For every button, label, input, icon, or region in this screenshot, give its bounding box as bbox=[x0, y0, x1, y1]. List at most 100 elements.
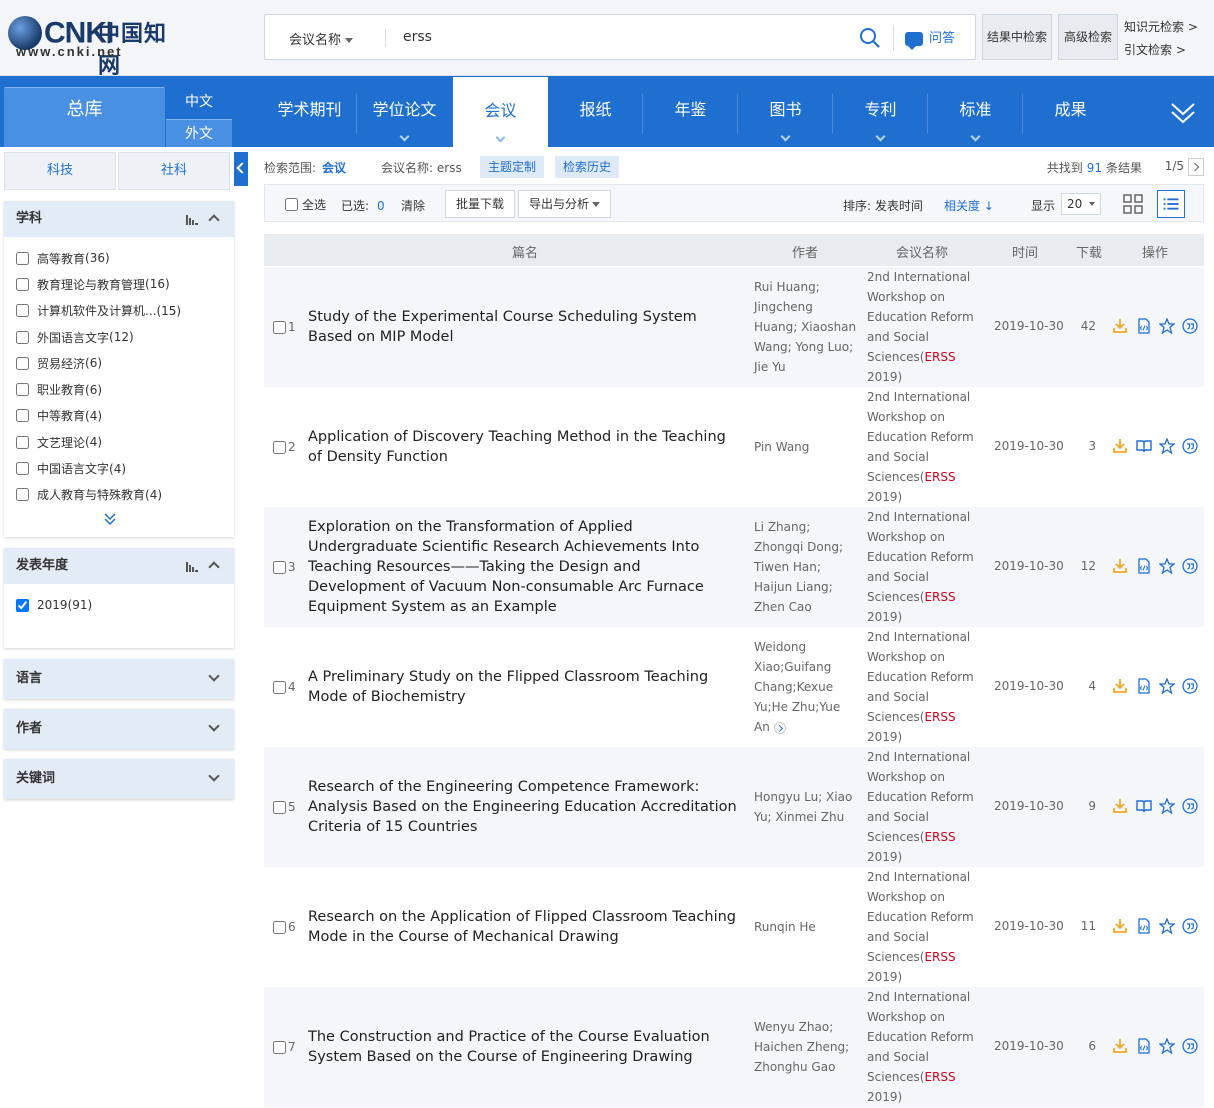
tab-zongku[interactable]: 总库 bbox=[4, 87, 165, 147]
facet-checkbox[interactable] bbox=[16, 304, 29, 318]
chevron-down-icon[interactable] bbox=[208, 670, 220, 682]
html-read-icon[interactable] bbox=[1136, 1038, 1152, 1054]
html-read-icon[interactable] bbox=[1136, 318, 1152, 334]
facet-header[interactable]: 语言 bbox=[4, 659, 234, 699]
row-checkbox[interactable] bbox=[273, 561, 286, 574]
chevron-down-icon[interactable] bbox=[208, 770, 220, 782]
page-size-select[interactable]: 20 bbox=[1061, 193, 1101, 215]
cite-quote-icon[interactable] bbox=[1182, 558, 1198, 574]
facet-item[interactable]: 高等教育 (36) bbox=[16, 245, 234, 271]
chevron-down-icon[interactable] bbox=[495, 132, 506, 143]
row-checkbox[interactable] bbox=[273, 321, 286, 334]
advanced-search-button[interactable]: 高级检索 bbox=[1058, 14, 1118, 60]
cite-quote-icon[interactable] bbox=[1182, 318, 1198, 334]
nav-tab[interactable]: 年鉴 bbox=[643, 76, 738, 147]
chevron-down-icon[interactable] bbox=[208, 720, 220, 732]
facet-checkbox[interactable] bbox=[16, 277, 29, 291]
tab-social[interactable]: 社科 bbox=[118, 152, 230, 190]
select-all-checkbox[interactable] bbox=[285, 198, 298, 211]
favorite-star-icon[interactable] bbox=[1159, 798, 1175, 814]
conference-name-link[interactable]: 2nd International Workshop on Education … bbox=[867, 507, 981, 627]
chevron-down-icon[interactable] bbox=[399, 131, 410, 142]
facet-checkbox[interactable] bbox=[16, 462, 29, 476]
search-field-select[interactable]: 会议名称 bbox=[289, 29, 354, 48]
sort-by-relevance[interactable]: 相关度 ↓ bbox=[944, 197, 994, 214]
conference-name-link[interactable]: 2nd International Workshop on Education … bbox=[867, 747, 981, 867]
facet-header[interactable]: 发表年度 bbox=[4, 548, 234, 584]
sort-by-date[interactable]: 排序: 发表时间 bbox=[843, 197, 923, 214]
download-icon[interactable] bbox=[1112, 678, 1128, 694]
download-icon[interactable] bbox=[1112, 918, 1128, 934]
facet-checkbox[interactable] bbox=[16, 251, 29, 265]
cite-quote-icon[interactable] bbox=[1182, 798, 1198, 814]
tab-foreign[interactable]: 外文 bbox=[166, 119, 232, 147]
facet-item[interactable]: 中等教育 (4) bbox=[16, 403, 234, 429]
cnki-logo[interactable]: CNKI 中国知网 www.cnki.net bbox=[8, 10, 188, 79]
paper-title-link[interactable]: A Preliminary Study on the Flipped Class… bbox=[308, 627, 740, 747]
download-icon[interactable] bbox=[1112, 438, 1128, 454]
row-checkbox[interactable] bbox=[273, 921, 286, 934]
favorite-star-icon[interactable] bbox=[1159, 438, 1175, 454]
select-all[interactable]: 全选 bbox=[285, 196, 326, 213]
download-icon[interactable] bbox=[1112, 318, 1128, 334]
paper-title-link[interactable]: Study of the Experimental Course Schedul… bbox=[308, 267, 740, 387]
expand-more-icon[interactable] bbox=[1168, 96, 1198, 126]
cite-quote-icon[interactable] bbox=[1182, 438, 1198, 454]
row-checkbox[interactable] bbox=[273, 1041, 286, 1054]
nav-tab[interactable]: 会议 bbox=[453, 77, 548, 147]
facet-header[interactable]: 关键词 bbox=[4, 759, 234, 799]
facet-checkbox[interactable] bbox=[16, 488, 29, 502]
paper-title-link[interactable]: The Construction and Practice of the Cou… bbox=[308, 987, 740, 1107]
html-read-icon[interactable] bbox=[1136, 558, 1152, 574]
row-checkbox[interactable] bbox=[273, 801, 286, 814]
paper-authors[interactable]: Rui Huang; Jingcheng Huang; Xiaoshan Wan… bbox=[754, 267, 858, 387]
paper-title-link[interactable]: Exploration on the Transformation of App… bbox=[308, 507, 740, 627]
nav-tab[interactable]: 标准 bbox=[928, 76, 1023, 147]
facet-header[interactable]: 学科 bbox=[4, 201, 234, 237]
facet-item[interactable]: 计算机软件及计算机... (15) bbox=[16, 298, 234, 324]
search-input[interactable] bbox=[403, 25, 843, 49]
facet-checkbox[interactable] bbox=[16, 356, 29, 370]
favorite-star-icon[interactable] bbox=[1159, 558, 1175, 574]
paper-authors[interactable]: Weidong Xiao;Guifang Chang;Kexue Yu;He Z… bbox=[754, 627, 858, 747]
conference-name-link[interactable]: 2nd International Workshop on Education … bbox=[867, 387, 981, 507]
collapse-sidebar-button[interactable] bbox=[234, 152, 248, 186]
facet-checkbox[interactable] bbox=[16, 383, 29, 397]
nav-tab[interactable]: 专利 bbox=[833, 76, 928, 147]
facet-item[interactable]: 教育理论与教育管理 (16) bbox=[16, 271, 234, 297]
cite-quote-icon[interactable] bbox=[1182, 678, 1198, 694]
paper-authors[interactable]: Wenyu Zhao; Haichen Zheng; Zhonghu Gao bbox=[754, 987, 858, 1107]
paper-title-link[interactable]: Application of Discovery Teaching Method… bbox=[308, 387, 740, 507]
cite-quote-icon[interactable] bbox=[1182, 918, 1198, 934]
paper-title-link[interactable]: Research on the Application of Flipped C… bbox=[308, 867, 740, 987]
chevron-down-icon[interactable] bbox=[780, 131, 791, 142]
paper-authors[interactable]: Runqin He bbox=[754, 867, 858, 987]
facet-checkbox[interactable] bbox=[16, 598, 29, 612]
tab-tech[interactable]: 科技 bbox=[4, 152, 116, 190]
paper-authors[interactable]: Pin Wang bbox=[754, 387, 858, 507]
chevron-down-icon[interactable] bbox=[875, 131, 886, 142]
search-history-button[interactable]: 检索历史 bbox=[555, 156, 620, 178]
conference-name-link[interactable]: 2nd International Workshop on Education … bbox=[867, 627, 981, 747]
more-authors-icon[interactable] bbox=[773, 721, 786, 734]
qa-button[interactable]: 问答 bbox=[905, 27, 955, 50]
export-analyze-button[interactable]: 导出与分析 bbox=[518, 190, 612, 218]
citation-search-link[interactable]: 引文检索 > bbox=[1124, 41, 1186, 58]
facet-checkbox[interactable] bbox=[16, 435, 29, 449]
html-read-icon[interactable] bbox=[1136, 918, 1152, 934]
chevron-up-icon[interactable] bbox=[208, 561, 220, 573]
facet-item[interactable]: 职业教育 (6) bbox=[16, 376, 234, 402]
facet-more[interactable] bbox=[4, 508, 234, 532]
favorite-star-icon[interactable] bbox=[1159, 318, 1175, 334]
read-online-icon[interactable] bbox=[1136, 798, 1152, 814]
grid-view-icon[interactable] bbox=[1121, 192, 1145, 216]
row-checkbox[interactable] bbox=[273, 441, 286, 454]
row-checkbox[interactable] bbox=[273, 681, 286, 694]
favorite-star-icon[interactable] bbox=[1159, 678, 1175, 694]
next-page-button[interactable] bbox=[1188, 158, 1204, 176]
cite-quote-icon[interactable] bbox=[1182, 1038, 1198, 1054]
tab-chinese[interactable]: 中文 bbox=[166, 87, 232, 117]
paper-title-link[interactable]: Research of the Engineering Competence F… bbox=[308, 747, 740, 867]
favorite-star-icon[interactable] bbox=[1159, 918, 1175, 934]
download-icon[interactable] bbox=[1112, 1038, 1128, 1054]
